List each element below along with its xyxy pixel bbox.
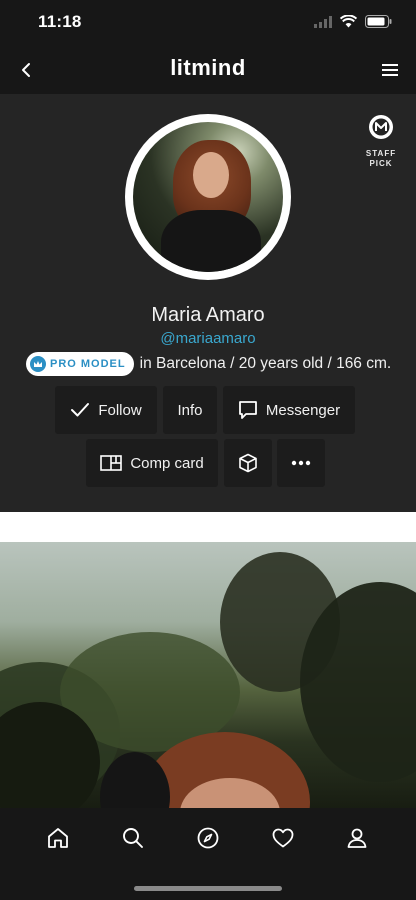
status-bar: 11:18 (0, 0, 416, 46)
follow-label: Follow (98, 401, 142, 419)
info-button[interactable]: Info (163, 386, 217, 434)
messenger-button[interactable]: Messenger (223, 386, 355, 434)
profile-meta: PRO MODEL in Barcelona / 20 years old / … (26, 352, 391, 376)
avatar[interactable] (125, 114, 291, 280)
staff-pick-seal-icon (369, 115, 393, 139)
more-dots-icon (291, 460, 311, 466)
chat-bubble-icon (238, 401, 257, 419)
tab-explore[interactable] (194, 824, 222, 852)
staff-pick-badge: STAFF PICK (364, 114, 398, 169)
tab-home[interactable] (44, 824, 72, 852)
pro-model-badge: PRO MODEL (26, 352, 134, 376)
status-icons (314, 15, 392, 28)
home-icon (48, 828, 68, 848)
info-label: Info (177, 401, 203, 419)
pro-model-label: PRO MODEL (50, 358, 126, 370)
user-icon (347, 828, 367, 848)
avatar-photo (133, 122, 283, 272)
battery-icon (365, 15, 392, 28)
hamburger-icon (382, 64, 398, 76)
3d-view-button[interactable] (224, 439, 272, 487)
follow-button[interactable]: Follow (55, 386, 157, 434)
comp-card-button[interactable]: Comp card (86, 439, 218, 487)
profile-details: in Barcelona / 20 years old / 166 cm. (139, 355, 392, 372)
messenger-label: Messenger (265, 401, 341, 419)
cube-icon (239, 453, 257, 473)
tab-favorites[interactable] (269, 824, 297, 852)
status-time: 11:18 (38, 12, 82, 31)
tab-profile[interactable] (343, 824, 371, 852)
signal-icon (314, 15, 332, 28)
comp-card-icon (100, 455, 123, 471)
nav-bar: litmind (0, 46, 416, 94)
crown-icon (30, 356, 46, 372)
compass-icon (197, 827, 219, 849)
menu-button[interactable] (376, 56, 404, 84)
home-indicator (134, 886, 282, 891)
tab-bar (0, 808, 416, 900)
check-icon (71, 403, 90, 417)
section-divider (0, 512, 416, 542)
profile-handle[interactable]: @mariaamaro (0, 330, 416, 347)
staff-pick-label: STAFF PICK (365, 149, 397, 168)
portfolio-photo[interactable] (0, 542, 416, 808)
comp-card-label: Comp card (130, 454, 204, 472)
more-button[interactable] (277, 439, 325, 487)
wifi-icon (340, 15, 357, 28)
profile-name: Maria Amaro (151, 304, 265, 326)
profile-header: STAFF PICK Maria Amaro @mariaamaro PRO M… (0, 94, 416, 512)
search-icon (123, 828, 143, 848)
heart-icon (272, 828, 294, 848)
tab-search[interactable] (119, 824, 147, 852)
app-logo: litmind (170, 55, 246, 80)
